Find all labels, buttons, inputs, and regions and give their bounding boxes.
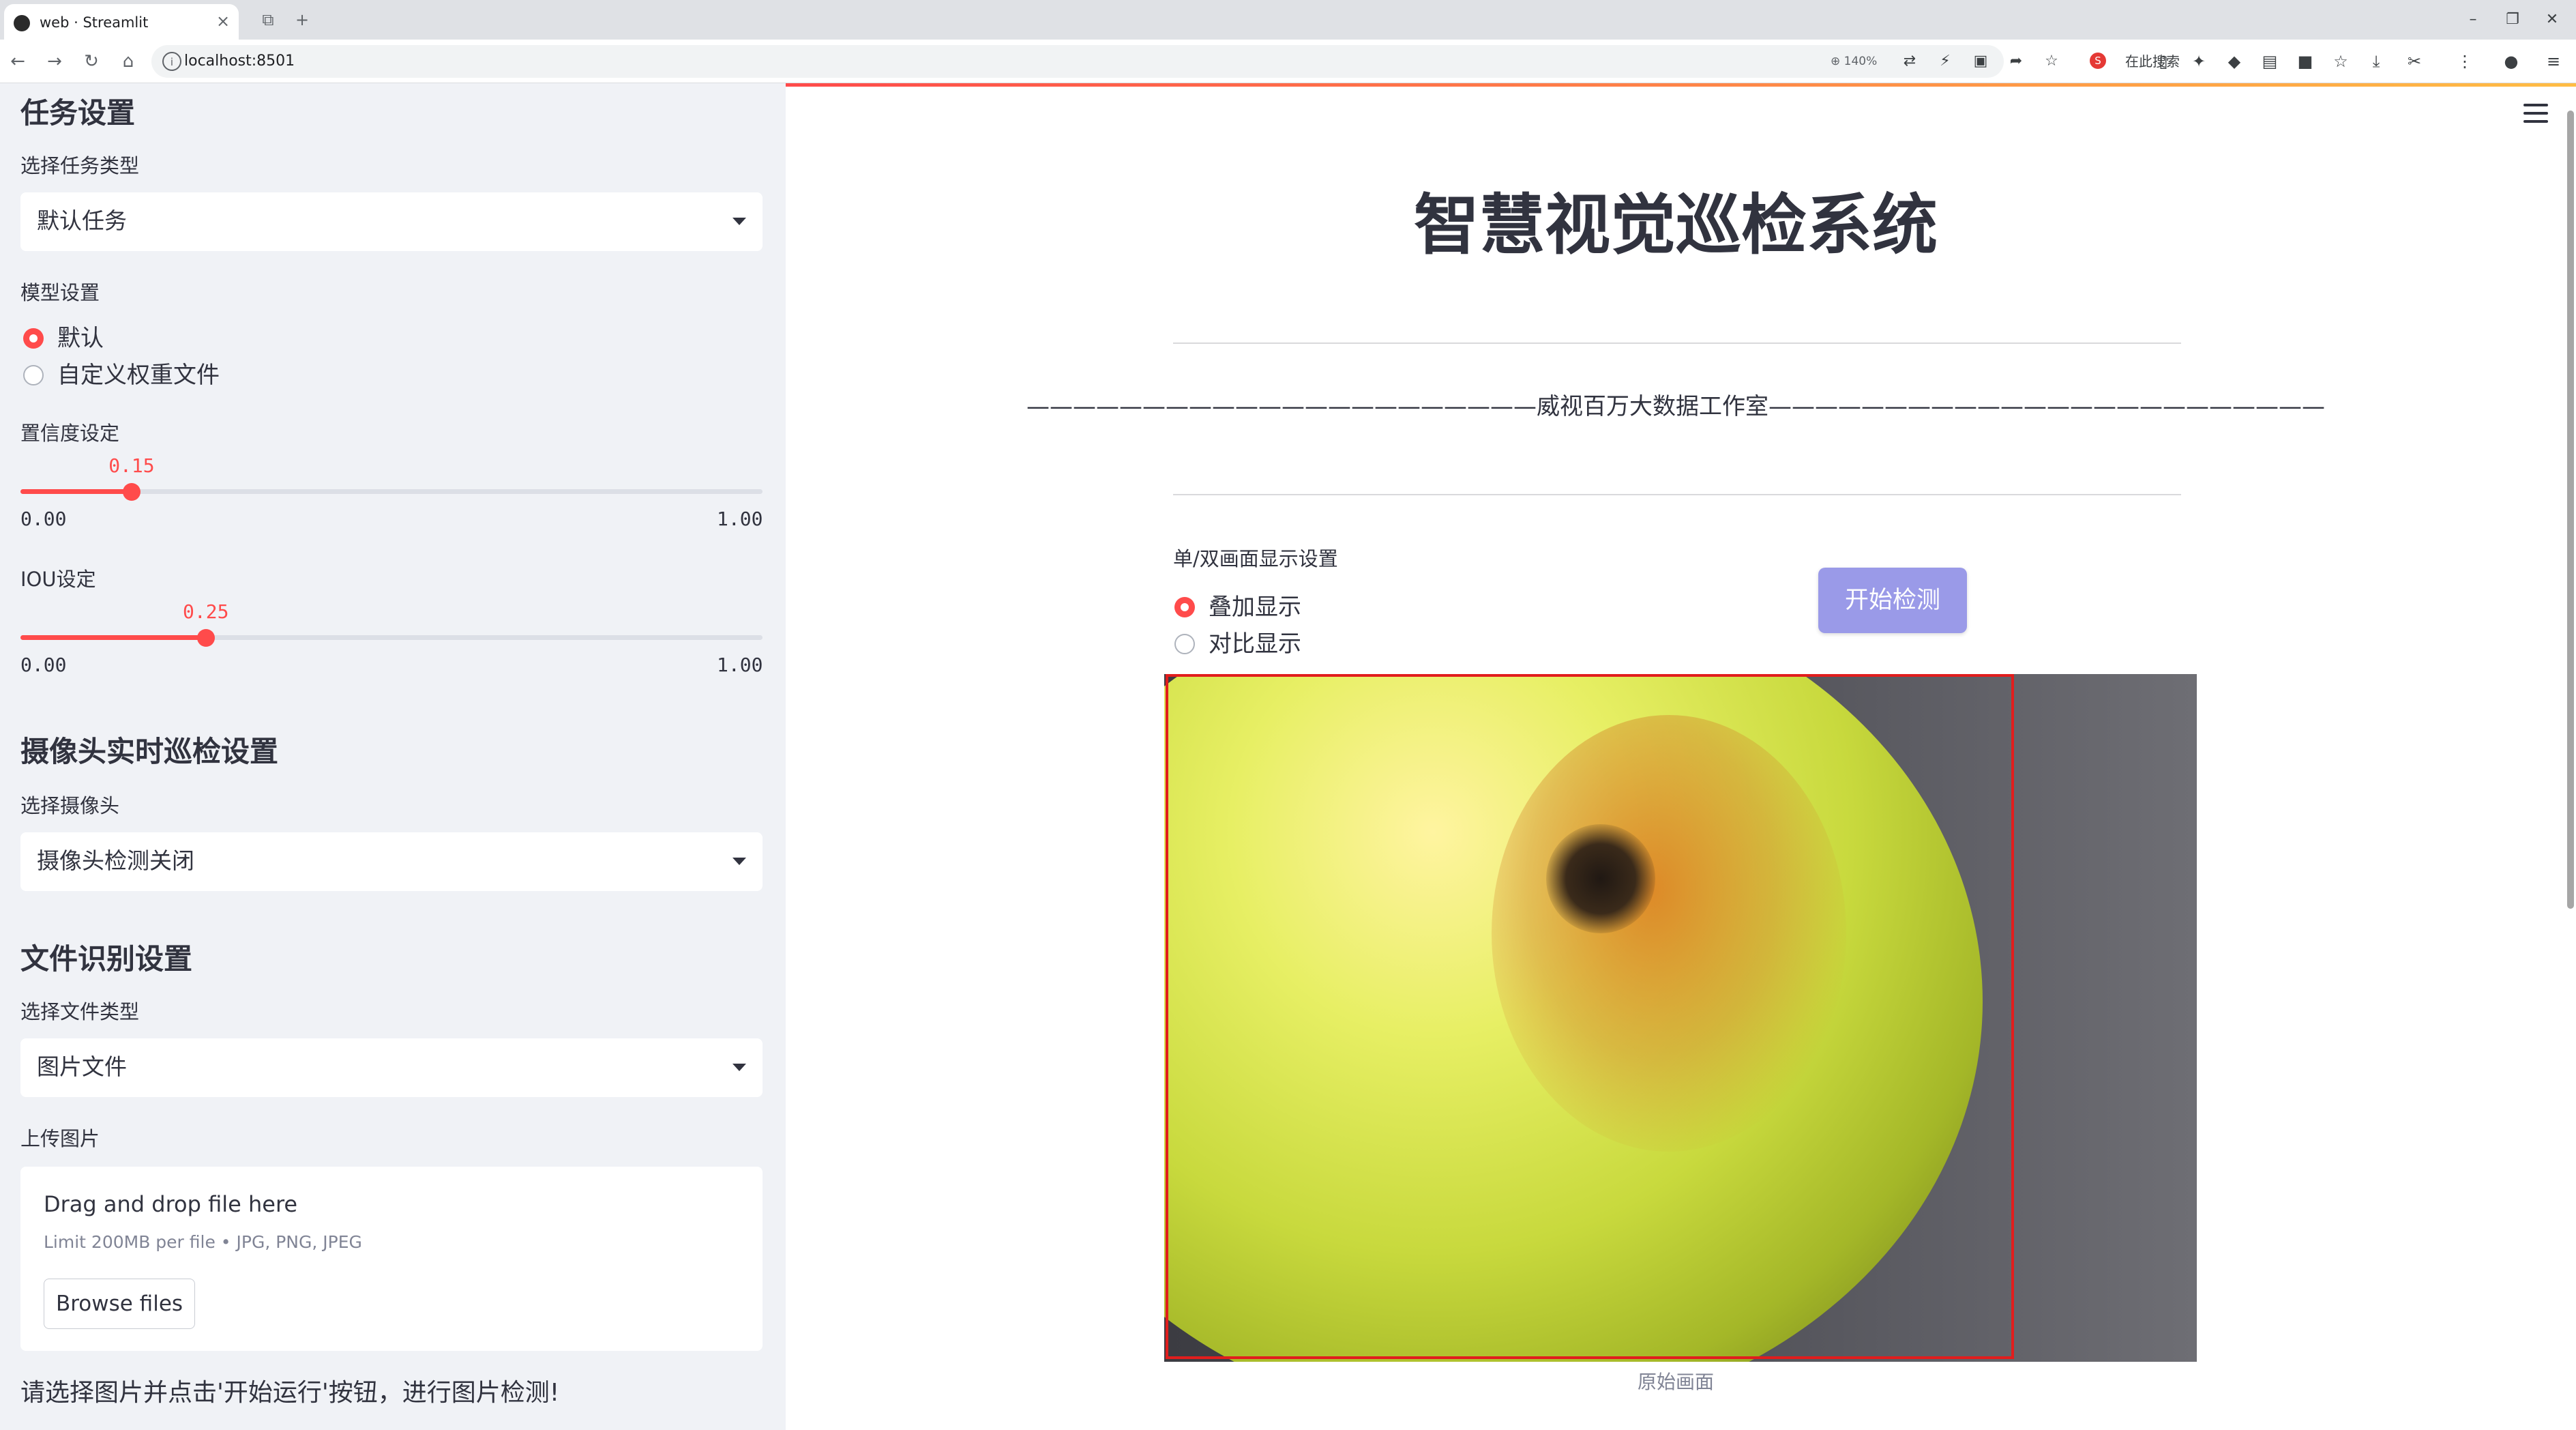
- radio-unselected-icon: [23, 365, 44, 385]
- chevron-down-icon: [732, 218, 746, 225]
- top-decoration-bar: [786, 83, 2576, 87]
- task-section-title: 任务设置: [20, 96, 136, 130]
- divider: [1173, 494, 2181, 495]
- main-content: 智慧视觉巡检系统 ——————————————————————威视百万大数据工作…: [786, 83, 2576, 1430]
- studio-banner: ——————————————————————威视百万大数据工作室————————…: [1026, 393, 2325, 420]
- start-detection-button[interactable]: 开始检测: [1818, 568, 1967, 633]
- confidence-slider-value: 0.15: [108, 454, 155, 477]
- confidence-label: 置信度设定: [20, 422, 120, 445]
- browser-menu-icon[interactable]: ≡: [2540, 48, 2567, 75]
- forward-icon[interactable]: →: [41, 48, 68, 75]
- close-window-icon[interactable]: ✕: [2538, 8, 2566, 31]
- file-type-label: 选择文件类型: [20, 1000, 140, 1023]
- confidence-min-label: 0.00: [20, 508, 67, 530]
- browser-tab[interactable]: web · Streamlit ×: [4, 4, 239, 40]
- new-tab-icon[interactable]: +: [292, 10, 312, 30]
- detection-bounding-box: [1166, 674, 2014, 1359]
- back-icon[interactable]: ←: [4, 48, 31, 75]
- browse-files-button[interactable]: Browse files: [44, 1279, 195, 1329]
- confidence-max-label: 1.00: [717, 508, 763, 530]
- hamburger-menu-icon[interactable]: [2523, 104, 2548, 124]
- upload-hint-text: 请选择图片并点击'开始运行'按钮，进行图片检测!: [20, 1379, 560, 1407]
- divider: [1173, 342, 2181, 344]
- image-caption: 原始画面: [1637, 1371, 1714, 1393]
- share-icon[interactable]: ➦: [2005, 50, 2027, 72]
- task-type-value: 默认任务: [37, 207, 127, 234]
- search-engine-logo-icon: S: [2090, 53, 2106, 69]
- extension-square-icon[interactable]: ▤: [2256, 48, 2283, 75]
- camera-section-title: 摄像头实时巡检设置: [20, 735, 279, 768]
- iou-min-label: 0.00: [20, 654, 67, 676]
- page-title: 智慧视觉巡检系统: [1414, 187, 1938, 263]
- detection-image: [1164, 674, 2197, 1362]
- camera-select[interactable]: 摄像头检测关闭: [20, 832, 763, 891]
- task-type-label: 选择任务类型: [20, 154, 140, 177]
- confidence-slider-fill: [20, 489, 132, 494]
- extension-blue-icon[interactable]: ◆: [2221, 48, 2248, 75]
- zoom-indicator[interactable]: ⊕ 140%: [1831, 50, 1888, 72]
- home-icon[interactable]: ⌂: [115, 48, 142, 75]
- chevron-down-icon: [732, 1064, 746, 1071]
- page-scrollbar[interactable]: [2567, 111, 2574, 909]
- iou-slider[interactable]: [20, 635, 763, 640]
- chevron-down-icon: [732, 858, 746, 865]
- iou-label: IOU设定: [20, 568, 96, 591]
- mobile-icon[interactable]: ▯: [2150, 48, 2177, 75]
- reload-icon[interactable]: ↻: [78, 48, 105, 75]
- file-section-title: 文件识别设置: [20, 942, 193, 976]
- display-mode-label: 单/双画面显示设置: [1173, 547, 1338, 570]
- extension-dark-icon[interactable]: ■: [2292, 48, 2319, 75]
- iou-slider-value: 0.25: [183, 600, 229, 623]
- streamlit-favicon-icon: [14, 15, 30, 31]
- more-vertical-icon[interactable]: ⋮: [2451, 48, 2478, 75]
- download-icon[interactable]: ⤓: [2363, 48, 2390, 75]
- favorites-icon[interactable]: ☆: [2327, 48, 2354, 75]
- model-label: 模型设置: [20, 281, 100, 304]
- iou-slider-fill: [20, 635, 206, 640]
- camera-label: 选择摄像头: [20, 794, 120, 817]
- file-type-select[interactable]: 图片文件: [20, 1038, 763, 1097]
- zoom-level: 140%: [1844, 55, 1878, 68]
- model-option-label: 默认: [57, 325, 104, 352]
- task-type-select[interactable]: 默认任务: [20, 192, 763, 251]
- zoom-icon: ⊕: [1831, 55, 1841, 68]
- scissors-icon[interactable]: ✂: [2401, 48, 2428, 75]
- bookmark-star-icon[interactable]: ☆: [2041, 50, 2062, 72]
- display-option-label: 叠加显示: [1209, 594, 1301, 621]
- extension-colorful-icon[interactable]: ✦: [2185, 48, 2212, 75]
- camera-value: 摄像头检测关闭: [37, 847, 194, 874]
- lightning-icon[interactable]: ⚡: [1934, 50, 1956, 72]
- restore-icon[interactable]: ❐: [2499, 8, 2526, 31]
- minimize-icon[interactable]: –: [2459, 8, 2487, 31]
- browser-tab-bar: web · Streamlit × ⧉ + – ❐ ✕: [0, 0, 2576, 40]
- confidence-slider-thumb[interactable]: [123, 483, 141, 501]
- model-option-label: 自定义权重文件: [57, 362, 220, 389]
- dropzone-limit-text: Limit 200MB per file • JPG, PNG, JPEG: [44, 1232, 362, 1252]
- screenshot-icon[interactable]: ▣: [1970, 50, 1992, 72]
- iou-max-label: 1.00: [717, 654, 763, 676]
- site-info-icon[interactable]: i: [162, 52, 181, 71]
- profile-avatar-icon[interactable]: ●: [2498, 48, 2525, 75]
- upload-label: 上传图片: [20, 1127, 100, 1150]
- tab-search-icon[interactable]: ⧉: [258, 10, 278, 30]
- url-text[interactable]: localhost:8501: [184, 50, 295, 72]
- browser-toolbar: ← → ↻ ⌂ i localhost:8501 ⊕ 140% ⇄ ⚡ ▣ ➦ …: [0, 40, 2576, 83]
- display-option-label: 对比显示: [1209, 630, 1301, 658]
- iou-slider-thumb[interactable]: [197, 629, 215, 647]
- dropzone-title: Drag and drop file here: [44, 1191, 298, 1217]
- file-dropzone[interactable]: Drag and drop file here Limit 200MB per …: [20, 1167, 763, 1351]
- address-bar[interactable]: i localhost:8501 ⊕ 140% ⇄ ⚡ ▣ ➦ ☆ S 在此搜索: [151, 45, 2180, 78]
- radio-unselected-icon: [1174, 634, 1195, 654]
- tab-title: web · Streamlit: [40, 14, 149, 31]
- translate-icon[interactable]: ⇄: [1899, 50, 1921, 72]
- radio-selected-icon: [23, 328, 44, 349]
- file-type-value: 图片文件: [37, 1053, 127, 1080]
- radio-selected-icon: [1174, 597, 1195, 617]
- close-tab-icon[interactable]: ×: [213, 11, 233, 31]
- sidebar: 任务设置 选择任务类型 默认任务 模型设置 默认 自定义权重文件 置信度设定 0…: [0, 83, 786, 1430]
